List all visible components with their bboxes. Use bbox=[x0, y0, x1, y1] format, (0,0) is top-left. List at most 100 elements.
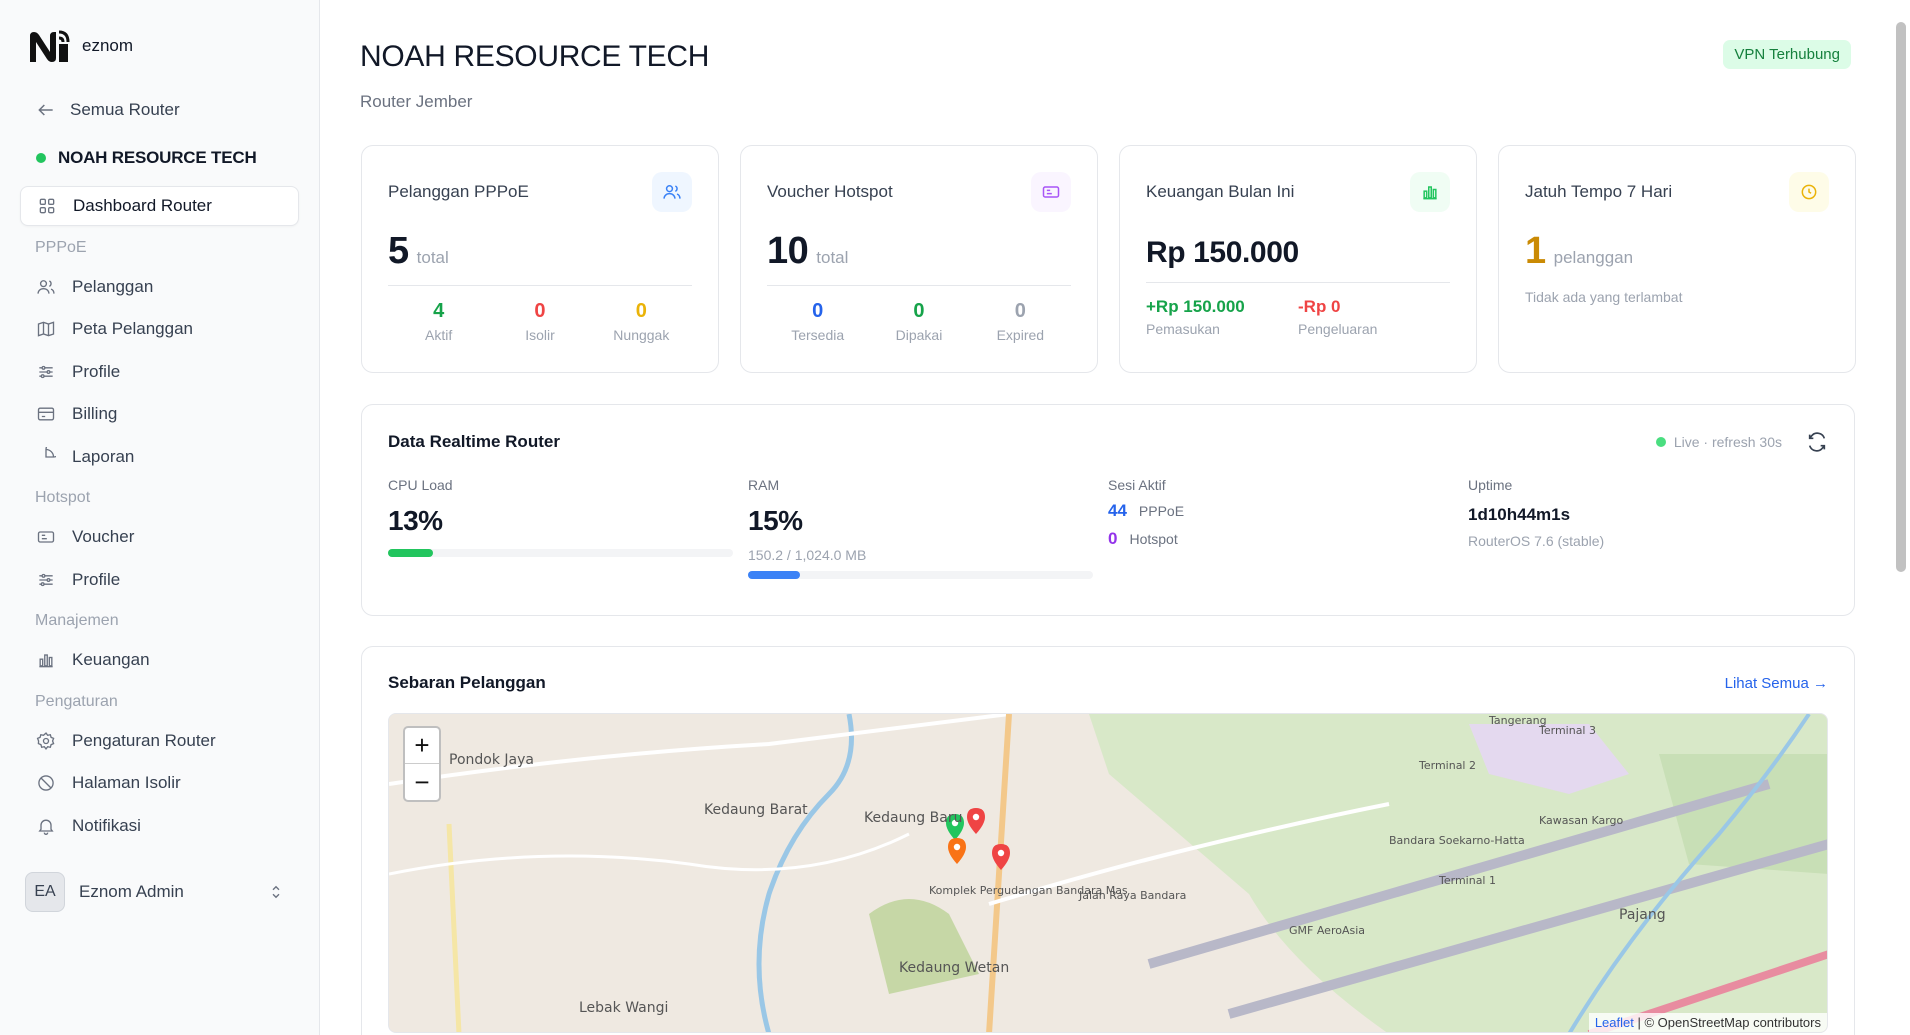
page-subtitle: Router Jember bbox=[360, 92, 473, 111]
finance-value: -Rp 0 bbox=[1298, 297, 1341, 316]
map-view[interactable]: Pondok Jaya Kedaung Barat Kedaung Baru K… bbox=[388, 713, 1828, 1033]
stat-label: Dipakai bbox=[895, 327, 943, 343]
finance-label: Pengeluaran bbox=[1298, 321, 1378, 337]
sidebar-item-label: Profile bbox=[72, 361, 121, 381]
stat-value: 4 bbox=[433, 300, 445, 322]
map-label: Lebak Wangi bbox=[579, 1000, 668, 1016]
hotspot-session-count: 0 bbox=[1108, 529, 1118, 548]
sliders-icon bbox=[39, 573, 53, 586]
leaflet-link[interactable]: Leaflet bbox=[1595, 1015, 1634, 1030]
ticket-icon bbox=[37, 531, 55, 543]
sidebar-item-keuangan[interactable]: Keuangan bbox=[20, 640, 299, 680]
cpu-progress-fill bbox=[388, 549, 433, 557]
map-label: Pondok Jaya bbox=[449, 752, 534, 768]
cpu-load: CPU Load 13% bbox=[388, 477, 748, 579]
map-icon bbox=[37, 321, 55, 337]
finance-pemasukan: +Rp 150.000 Pemasukan bbox=[1146, 297, 1298, 337]
stat-title: Jatuh Tempo 7 Hari bbox=[1525, 182, 1673, 201]
stat-aktif: 4 Aktif bbox=[388, 300, 489, 343]
sidebar-item-profile-pppoe[interactable]: Profile bbox=[20, 352, 299, 392]
stat-tersedia: 0 Tersedia bbox=[767, 300, 868, 343]
sidebar-item-laporan[interactable]: Laporan bbox=[20, 437, 299, 477]
main-content: NOAH RESOURCE TECH Router Jember VPN Ter… bbox=[321, 0, 1888, 1035]
sidebar-item-halaman-isolir[interactable]: Halaman Isolir bbox=[20, 763, 299, 803]
zoom-in-button[interactable]: + bbox=[405, 728, 439, 764]
map-label: Bandara Soekarno-Hatta bbox=[1389, 834, 1525, 847]
pppoe-session-label: PPPoE bbox=[1138, 503, 1185, 519]
stat-total: 1 bbox=[1525, 230, 1546, 272]
arrow-left-icon bbox=[38, 104, 53, 116]
routeros-version: RouterOS 7.6 (stable) bbox=[1468, 533, 1605, 549]
vpn-status-badge: VPN Terhubung bbox=[1723, 40, 1851, 69]
see-all-link[interactable]: Lihat Semua → bbox=[1725, 675, 1828, 692]
nav-group-manajemen: Manajemen bbox=[35, 612, 119, 629]
map-label: Pajang bbox=[1619, 907, 1666, 923]
live-text: Live · refresh 30s bbox=[1673, 434, 1782, 450]
pppoe-stat-card[interactable]: Pelanggan PPPoE 5 total 4 Aktif 0 Isolir… bbox=[361, 145, 719, 373]
sidebar-item-pelanggan[interactable]: Pelanggan bbox=[20, 267, 299, 307]
finance-amount: Rp 150.000 bbox=[1146, 236, 1299, 269]
sidebar-item-notifikasi[interactable]: Notifikasi bbox=[20, 806, 299, 846]
zoom-out-button[interactable]: − bbox=[405, 764, 439, 800]
keuangan-stat-card[interactable]: Keuangan Bulan Ini Rp 150.000 +Rp 150.00… bbox=[1119, 145, 1477, 373]
nav-group-pengaturan: Pengaturan bbox=[35, 692, 118, 710]
stat-label: Isolir bbox=[525, 327, 555, 343]
brand[interactable]: eznom bbox=[28, 26, 299, 66]
user-menu[interactable]: EA Eznom Admin bbox=[20, 870, 299, 914]
stat-label: Expired bbox=[996, 327, 1045, 343]
sidebar-item-label: Laporan bbox=[72, 446, 135, 466]
uptime: Uptime 1d10h44m1s RouterOS 7.6 (stable) bbox=[1468, 477, 1828, 579]
finance-label: Pemasukan bbox=[1146, 321, 1220, 337]
users-icon bbox=[37, 279, 55, 294]
ram-usage: RAM 15% 150.2 / 1,024.0 MB bbox=[748, 477, 1108, 579]
stat-value: 0 bbox=[635, 300, 647, 322]
chevron-up-down-icon bbox=[272, 885, 280, 899]
sidebar-item-label: Profile bbox=[72, 569, 121, 589]
sidebar-item-pengaturan-router[interactable]: Pengaturan Router bbox=[20, 721, 299, 761]
map-tiles: Pondok Jaya Kedaung Barat Kedaung Baru K… bbox=[389, 714, 1827, 1032]
brand-logo-icon bbox=[30, 30, 70, 62]
sidebar-item-label: Keuangan bbox=[72, 650, 150, 669]
stat-value: 0 bbox=[913, 300, 925, 322]
ram-value: 15% bbox=[748, 505, 803, 536]
back-label: Semua Router bbox=[70, 100, 180, 119]
cpu-value: 13% bbox=[388, 505, 443, 536]
sidebar-item-label: Peta Pelanggan bbox=[72, 319, 193, 338]
divider bbox=[388, 285, 692, 286]
finance-value: +Rp 150.000 bbox=[1146, 297, 1245, 316]
stat-label: Tersedia bbox=[791, 327, 845, 343]
bar-chart-icon bbox=[39, 654, 53, 668]
sidebar-item-label: Voucher bbox=[72, 527, 135, 546]
sidebar-item-label: Pelanggan bbox=[72, 276, 154, 296]
stat-value: 0 bbox=[534, 300, 546, 322]
sidebar-item-voucher[interactable]: Voucher bbox=[20, 517, 299, 557]
sidebar-item-profile-hotspot[interactable]: Profile bbox=[20, 560, 299, 600]
stat-total: 5 bbox=[388, 230, 409, 272]
stat-expired: 0 Expired bbox=[970, 300, 1071, 343]
current-router: NOAH RESOURCE TECH bbox=[20, 140, 299, 176]
sidebar-item-dashboard[interactable]: Dashboard Router bbox=[20, 186, 299, 226]
sidebar-item-label: Billing bbox=[72, 404, 118, 423]
stat-title: Voucher Hotspot bbox=[767, 182, 893, 201]
map-title: Sebaran Pelanggan bbox=[388, 673, 546, 692]
user-name: Eznom Admin bbox=[79, 882, 184, 901]
stat-unit: pelanggan bbox=[1553, 248, 1634, 267]
sidebar-item-peta-pelanggan[interactable]: Peta Pelanggan bbox=[20, 309, 299, 349]
stat-dipakai: 0 Dipakai bbox=[868, 300, 969, 343]
map-label: Terminal 1 bbox=[1438, 874, 1496, 887]
sidebar-item-label: Pengaturan Router bbox=[72, 730, 216, 750]
uptime-value: 1d10h44m1s bbox=[1468, 505, 1571, 524]
sidebar: eznom Semua Router NOAH RESOURCE TECH Da… bbox=[0, 0, 320, 1035]
ram-label: RAM bbox=[748, 477, 780, 493]
voucher-stat-card[interactable]: Voucher Hotspot 10 total 0 Tersedia 0 Di… bbox=[740, 145, 1098, 373]
realtime-card: Data Realtime Router Live · refresh 30s … bbox=[361, 404, 1855, 616]
stat-value: 0 bbox=[1014, 300, 1026, 322]
page-scrollbar[interactable] bbox=[1896, 22, 1906, 572]
sidebar-item-billing[interactable]: Billing bbox=[20, 394, 299, 434]
map-label: Terminal 2 bbox=[1418, 759, 1476, 772]
due-note: Tidak ada yang terlambat bbox=[1525, 289, 1683, 305]
pppoe-session-count: 44 bbox=[1108, 501, 1127, 520]
jatuh-tempo-stat-card[interactable]: Jatuh Tempo 7 Hari 1 pelanggan Tidak ada… bbox=[1498, 145, 1856, 373]
back-to-routers-link[interactable]: Semua Router bbox=[20, 92, 299, 128]
refresh-icon[interactable] bbox=[1806, 431, 1828, 453]
